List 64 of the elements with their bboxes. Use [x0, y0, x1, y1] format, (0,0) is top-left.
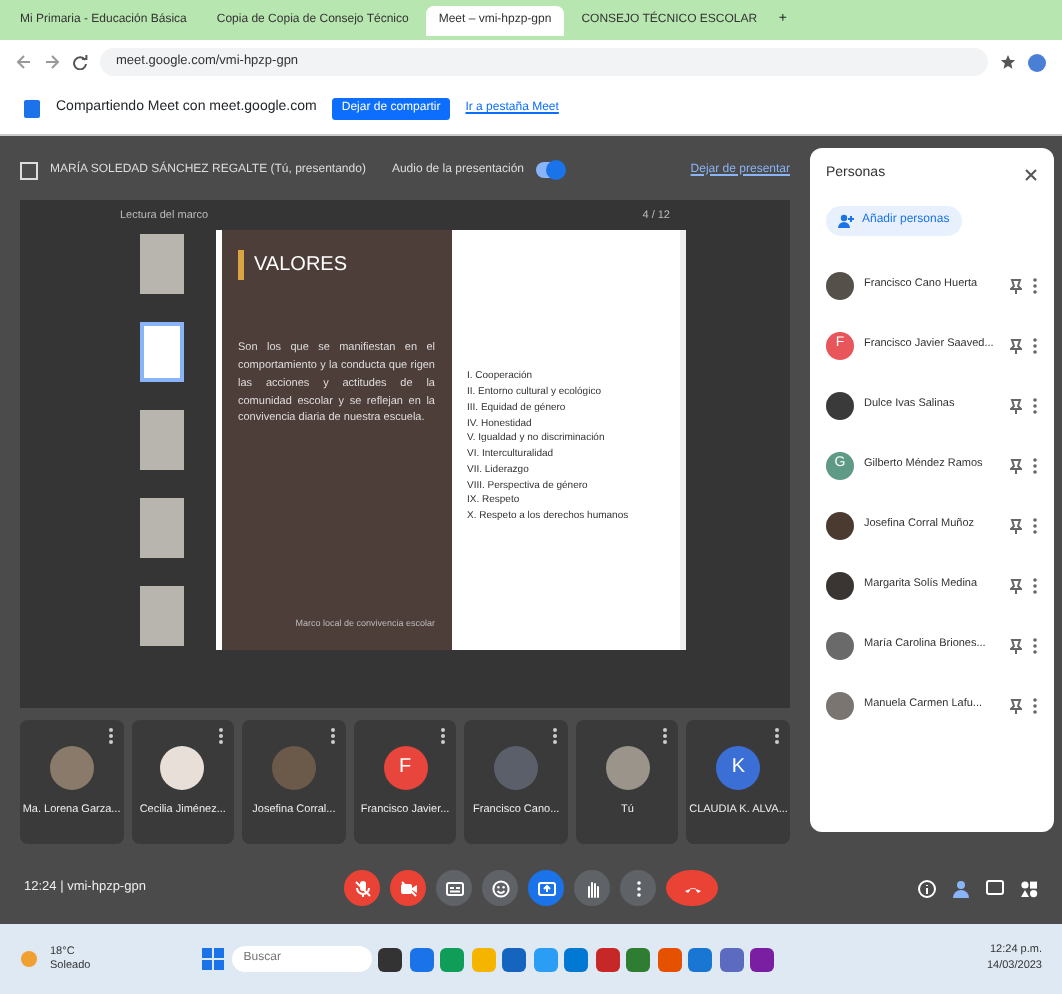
- more-options-icon[interactable]: [551, 728, 558, 744]
- reload-icon[interactable]: [72, 54, 88, 70]
- more-options-icon[interactable]: [107, 728, 114, 744]
- more-options-button[interactable]: [620, 870, 656, 906]
- slide-title: VALORES: [238, 250, 435, 281]
- page-thumbnail[interactable]: [140, 322, 184, 383]
- activities-icon[interactable]: [1020, 879, 1038, 897]
- pin-icon[interactable]: [1010, 457, 1022, 473]
- more-options-icon[interactable]: [329, 728, 336, 744]
- emoji-icon: [491, 879, 509, 897]
- back-icon[interactable]: [16, 54, 32, 70]
- camera-button[interactable]: [390, 870, 426, 906]
- initial-avatar: F: [383, 745, 428, 790]
- more-options-icon[interactable]: [1032, 337, 1038, 353]
- info-icon[interactable]: [918, 879, 936, 897]
- captions-icon: [445, 879, 463, 897]
- page-thumbnail[interactable]: [140, 234, 184, 295]
- pin-icon[interactable]: [1010, 337, 1022, 353]
- more-options-icon[interactable]: [1032, 637, 1038, 653]
- screen-share-icon: [24, 100, 40, 118]
- forward-icon[interactable]: [44, 54, 60, 70]
- initial-avatar: K: [716, 745, 761, 790]
- start-icon[interactable]: [202, 948, 225, 970]
- hand-button[interactable]: [574, 870, 610, 906]
- more-options-icon[interactable]: [218, 728, 225, 744]
- add-person-icon: [838, 213, 854, 227]
- more-options-icon[interactable]: [1032, 457, 1038, 473]
- sun-icon: [20, 950, 38, 968]
- audio-toggle[interactable]: [536, 162, 564, 178]
- camera-off-icon: [399, 879, 417, 897]
- pin-icon[interactable]: [1010, 577, 1022, 593]
- chat-icon[interactable]: [986, 879, 1004, 897]
- profile-icon[interactable]: [1028, 53, 1046, 71]
- more-options-icon[interactable]: [1032, 277, 1038, 293]
- taskbar-app-icon[interactable]: [750, 947, 775, 971]
- page-thumbnail[interactable]: [140, 586, 184, 647]
- presentation-icon: [20, 161, 38, 179]
- taskbar-app-icon[interactable]: [378, 947, 403, 971]
- taskbar-app-icon[interactable]: [502, 947, 527, 971]
- more-options-icon[interactable]: [1032, 577, 1038, 593]
- people-icon[interactable]: [952, 879, 970, 897]
- more-options-icon[interactable]: [774, 728, 781, 744]
- taskbar-app-icon[interactable]: [595, 947, 620, 971]
- microphone-button[interactable]: [344, 870, 380, 906]
- present-button[interactable]: [528, 870, 564, 906]
- pin-icon[interactable]: [1010, 397, 1022, 413]
- pin-icon[interactable]: [1010, 697, 1022, 713]
- pin-icon[interactable]: [1010, 517, 1022, 533]
- more-options-icon[interactable]: [662, 728, 669, 744]
- close-icon[interactable]: [1024, 167, 1038, 182]
- page-thumbnail[interactable]: [140, 498, 184, 559]
- emoji-button[interactable]: [482, 870, 518, 906]
- star-icon[interactable]: [1000, 54, 1016, 70]
- more-options-icon[interactable]: [1032, 517, 1038, 533]
- more-options-icon[interactable]: [440, 728, 447, 744]
- more-options-icon[interactable]: [1032, 397, 1038, 413]
- page-thumbnail[interactable]: [140, 410, 184, 471]
- present-icon: [537, 879, 555, 897]
- captions-button[interactable]: [436, 870, 472, 906]
- hang-up-button[interactable]: [666, 870, 718, 906]
- pin-icon[interactable]: [1010, 277, 1022, 293]
- more-options-icon[interactable]: [1032, 697, 1038, 713]
- pin-icon[interactable]: [1010, 637, 1022, 653]
- microphone-off-icon: [353, 879, 371, 897]
